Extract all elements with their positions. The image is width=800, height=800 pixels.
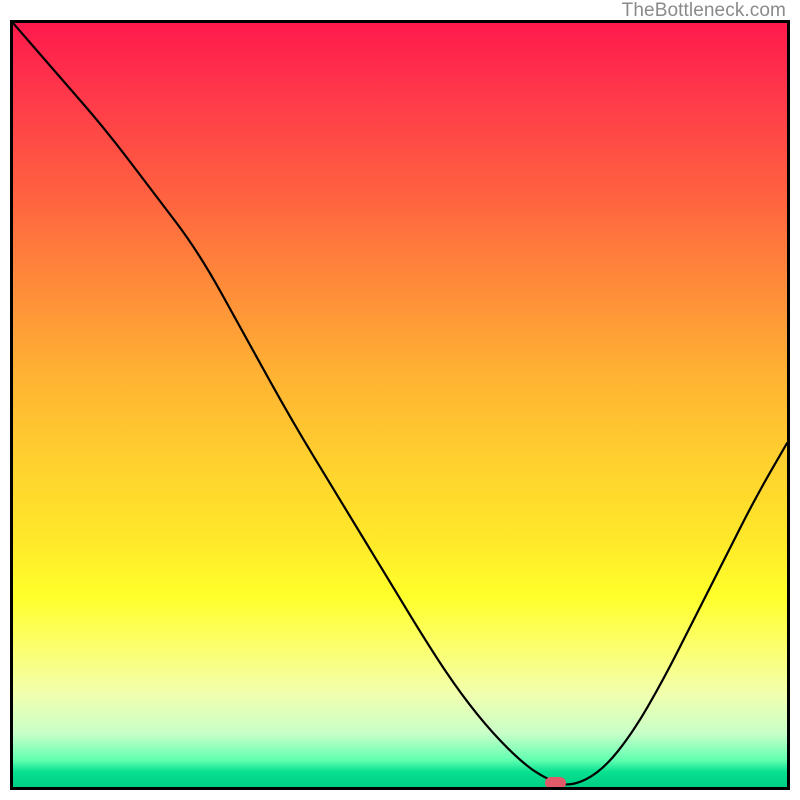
watermark-text: TheBottleneck.com <box>622 0 786 22</box>
chart-curve-svg <box>13 23 787 787</box>
curve-path <box>13 23 787 784</box>
chart-frame <box>10 20 790 790</box>
bottleneck-marker <box>545 777 566 789</box>
